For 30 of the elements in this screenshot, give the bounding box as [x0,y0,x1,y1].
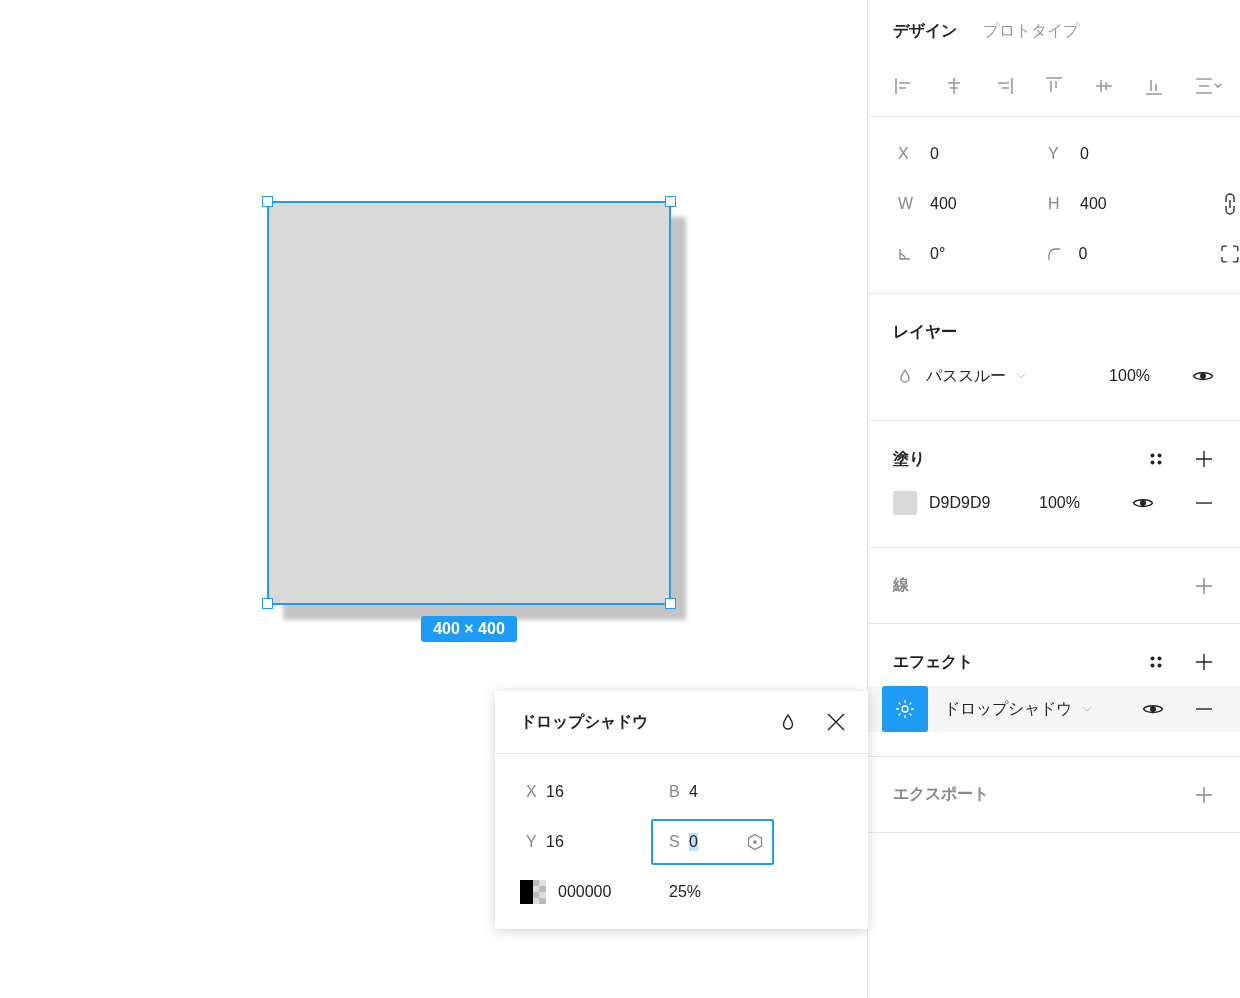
field-label: H [1048,195,1061,213]
opacity-value[interactable]: 25% [669,883,702,901]
color-hex-value[interactable]: D9D9D9 [929,494,1029,512]
section-title: 塗り [893,448,925,469]
field-value[interactable]: 400 [1080,195,1107,213]
panel-tab[interactable]: デザイン [893,20,957,42]
field-label: W [898,195,915,213]
size-label: 400 × 400 [421,616,517,642]
blend-mode-dropdown[interactable]: パススルー [926,365,1006,387]
effect-row[interactable]: ドロップシャドウ [868,686,1240,732]
field-value[interactable]: 0 [1078,245,1088,263]
shadow-input-field[interactable]: B 4 [651,769,774,815]
section-title: 線 [893,575,909,595]
field-label: X [898,145,910,163]
section-title: エクスポート [893,784,989,804]
popover-title: ドロップシャドウ [520,711,648,732]
field-value[interactable]: 400 [930,195,957,213]
shadow-input-field[interactable]: Y 16 [520,819,651,865]
field-value[interactable]: 0° [930,245,946,263]
shadow-input-field[interactable]: X 16 [520,769,651,815]
effect-type-dropdown[interactable]: ドロップシャドウ [944,698,1072,720]
section-title: エフェクト [893,651,973,672]
spread-input-field[interactable]: S 0 [651,819,774,865]
field-value[interactable]: 0 [1080,145,1089,163]
color-hex-value[interactable]: 000000 [558,883,612,901]
opacity-value[interactable]: 100% [1109,367,1150,385]
field-value[interactable]: 0 [930,145,939,163]
section-title: レイヤー [893,321,957,342]
opacity-value[interactable]: 100% [1039,494,1080,512]
field-label: Y [1048,145,1060,163]
